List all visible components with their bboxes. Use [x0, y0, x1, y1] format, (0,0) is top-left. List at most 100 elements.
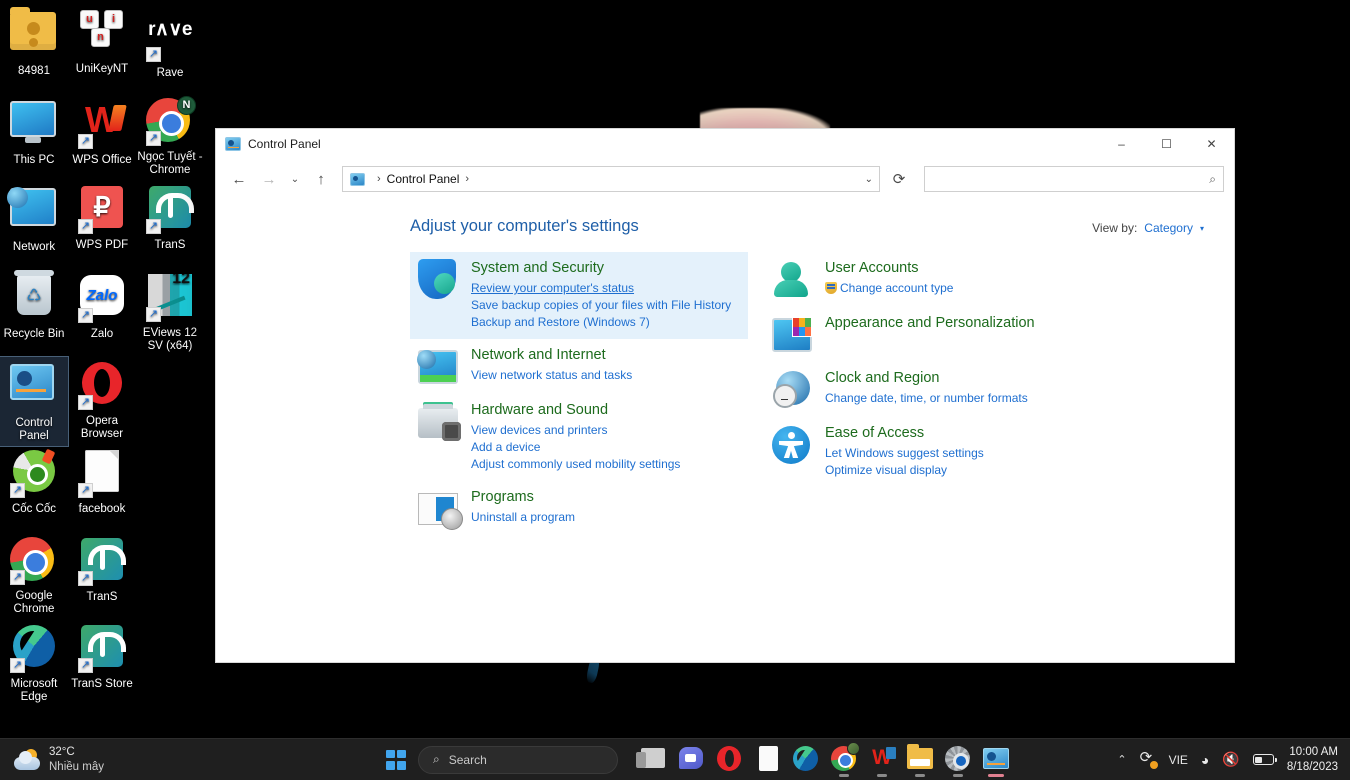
category-link[interactable]: Change date, time, or number formats — [825, 390, 1028, 407]
category-link[interactable]: Change account type — [825, 280, 953, 297]
desktop-icon-84981[interactable]: 84981 — [0, 4, 68, 81]
desktop-icon-zalo[interactable]: Zalo ↗ Zalo — [68, 269, 136, 344]
category-link[interactable]: Backup and Restore (Windows 7) — [471, 314, 731, 331]
desktop-icon-wps-pdf[interactable]: ₽ ↗ WPS PDF — [68, 181, 136, 255]
language-indicator[interactable]: VIE — [1169, 753, 1188, 767]
category-system-and-security[interactable]: System and Security Review your computer… — [410, 252, 748, 339]
category-link[interactable]: Let Windows suggest settings — [825, 445, 984, 462]
start-button[interactable] — [380, 744, 412, 776]
taskbar-item-chrome[interactable] — [828, 741, 860, 778]
desktop-icon-this-pc[interactable]: This PC — [0, 94, 68, 170]
desktop-icon-opera-browser[interactable]: ↗ Opera Browser — [68, 357, 136, 444]
category-title[interactable]: Clock and Region — [825, 369, 1028, 388]
category-link[interactable]: View network status and tasks — [471, 367, 632, 384]
category-link[interactable]: Optimize visual display — [825, 462, 984, 479]
category-title[interactable]: System and Security — [471, 259, 731, 278]
wifi-icon[interactable]: ◕ — [1201, 752, 1209, 768]
category-link[interactable]: Save backup copies of your files with Fi… — [471, 297, 731, 314]
search-input[interactable] — [932, 172, 1210, 186]
desktop-icon-google-chrome[interactable]: ↗ Google Chrome — [0, 533, 68, 619]
taskbar-item-task-view[interactable] — [636, 742, 670, 778]
taskbar-item-edge[interactable] — [790, 742, 822, 778]
close-button[interactable]: ✕ — [1189, 129, 1234, 159]
up-button[interactable]: ↑ — [306, 164, 336, 194]
category-programs[interactable]: Programs Uninstall a program — [410, 481, 748, 536]
task-view-icon — [636, 745, 667, 771]
desktop-icon-wps-office[interactable]: ↗ WPS Office — [68, 94, 136, 170]
desktop-icon-unikeynt[interactable]: uin UniKeyNT — [68, 4, 136, 79]
category-title[interactable]: User Accounts — [825, 259, 953, 278]
search-icon: ⌕ — [1209, 171, 1216, 186]
back-button[interactable]: ← — [224, 164, 254, 194]
chevron-down-icon[interactable]: ⌄ — [865, 174, 873, 185]
edge-icon — [793, 745, 819, 771]
recent-locations-button[interactable]: ⌄ — [284, 164, 306, 194]
taskbar-item-file[interactable] — [752, 742, 784, 778]
taskbar-search[interactable]: ⌕ Search — [418, 745, 618, 774]
breadcrumb-separator-trailing[interactable]: › — [465, 173, 469, 185]
desktop-icon-network[interactable]: Network — [0, 181, 68, 257]
desktop-icon-coc-coc[interactable]: ↗ Cốc Cốc — [0, 445, 68, 519]
search-box[interactable]: ⌕ — [924, 166, 1224, 192]
view-by-control[interactable]: View by: Category ▾ — [1092, 217, 1204, 235]
battery-icon[interactable] — [1252, 754, 1277, 765]
category-link[interactable]: Uninstall a program — [471, 509, 575, 526]
category-link[interactable]: Add a device — [471, 439, 680, 456]
address-bar[interactable]: › Control Panel › ⌄ — [342, 166, 880, 192]
taskbar-item-control-panel[interactable] — [980, 742, 1012, 778]
minimize-button[interactable]: – — [1099, 129, 1144, 159]
desktop-icon-microsoft-edge[interactable]: ↗ Microsoft Edge — [0, 620, 68, 707]
category-user-accounts[interactable]: User Accounts Change account type — [764, 252, 1102, 307]
category-appearance-and-personalization[interactable]: Appearance and Personalization — [764, 307, 1102, 362]
desktop-icon-ngoc-tuyet-chrome[interactable]: N ↗ Ngọc Tuyết - Chrome — [136, 94, 204, 180]
category-link[interactable]: View devices and printers — [471, 422, 680, 439]
chevron-up-icon[interactable]: ⌃ — [1117, 753, 1126, 766]
taskbar-item-chat[interactable] — [676, 742, 708, 778]
desktop-icon-control-panel[interactable]: Control Panel — [0, 356, 69, 447]
window-titlebar[interactable]: Control Panel – ☐ ✕ — [216, 129, 1234, 159]
category-title[interactable]: Ease of Access — [825, 424, 984, 443]
opera-icon: ↗ — [78, 362, 126, 410]
category-hardware-and-sound[interactable]: Hardware and Sound View devices and prin… — [410, 394, 748, 481]
folder-icon — [10, 7, 58, 60]
category-link[interactable]: Review your computer's status — [471, 280, 731, 297]
desktop-icon-trans-2[interactable]: ↗ TranS — [68, 533, 136, 607]
desktop-icon-label: This PC — [13, 154, 55, 166]
page-title: Adjust your computer's settings — [410, 217, 639, 235]
view-by-value[interactable]: Category — [1144, 221, 1193, 235]
sync-icon[interactable] — [1140, 748, 1158, 769]
control-panel-window[interactable]: Control Panel – ☐ ✕ ← → ⌄ ↑ › Control Pa… — [215, 128, 1235, 663]
refresh-button[interactable]: ⟳ — [884, 164, 914, 194]
breadcrumb-control-panel[interactable]: Control Panel — [387, 172, 460, 186]
weather-widget[interactable]: 32°C Nhiều mây — [0, 745, 250, 775]
category-link[interactable]: Adjust commonly used mobility settings — [471, 456, 680, 473]
taskbar-center: ⌕ Search — [380, 741, 1012, 778]
taskbar-item-file-explorer[interactable] — [904, 742, 936, 778]
category-network-and-internet[interactable]: Network and Internet View network status… — [410, 339, 748, 394]
category-title[interactable]: Hardware and Sound — [471, 401, 680, 420]
taskbar-item-settings[interactable] — [942, 742, 974, 778]
forward-button[interactable]: → — [254, 164, 284, 194]
taskbar-item-wps-office[interactable] — [866, 742, 898, 778]
chrome-profile-icon: N ↗ — [146, 96, 196, 146]
taskbar-item-opera[interactable] — [714, 742, 746, 778]
maximize-button[interactable]: ☐ — [1144, 129, 1189, 159]
clock-date: 8/18/2023 — [1286, 760, 1338, 773]
desktop[interactable]: 84981 uin UniKeyNT r∧∨e ↗ Rave This PC ↗… — [0, 0, 1350, 780]
desktop-icon-trans[interactable]: ↗ TranS — [136, 181, 204, 255]
clock[interactable]: 10:00 AM 8/18/2023 — [1287, 745, 1338, 775]
desktop-icon-recycle-bin[interactable]: ♺ Recycle Bin — [0, 269, 68, 344]
category-ease-of-access[interactable]: Ease of Access Let Windows suggest setti… — [764, 417, 1102, 487]
chevron-down-icon[interactable]: ▾ — [1200, 224, 1204, 233]
desktop-icon-trans-store[interactable]: ↗ TranS Store — [68, 620, 136, 694]
category-title[interactable]: Network and Internet — [471, 346, 632, 365]
trans-icon: ↗ — [146, 186, 194, 234]
volume-muted-icon[interactable]: 🔇 — [1222, 751, 1239, 768]
desktop-icon-facebook[interactable]: ↗ facebook — [68, 445, 136, 519]
desktop-icon-eviews[interactable]: ↗ EViews 12 SV (x64) — [136, 269, 204, 356]
category-title[interactable]: Appearance and Personalization — [825, 314, 1035, 333]
category-title[interactable]: Programs — [471, 488, 575, 507]
navigation-bar: ← → ⌄ ↑ › Control Panel › ⌄ ⟳ ⌕ — [216, 159, 1234, 199]
desktop-icon-rave[interactable]: r∧∨e ↗ Rave — [136, 4, 204, 83]
category-clock-and-region[interactable]: Clock and Region Change date, time, or n… — [764, 362, 1102, 417]
